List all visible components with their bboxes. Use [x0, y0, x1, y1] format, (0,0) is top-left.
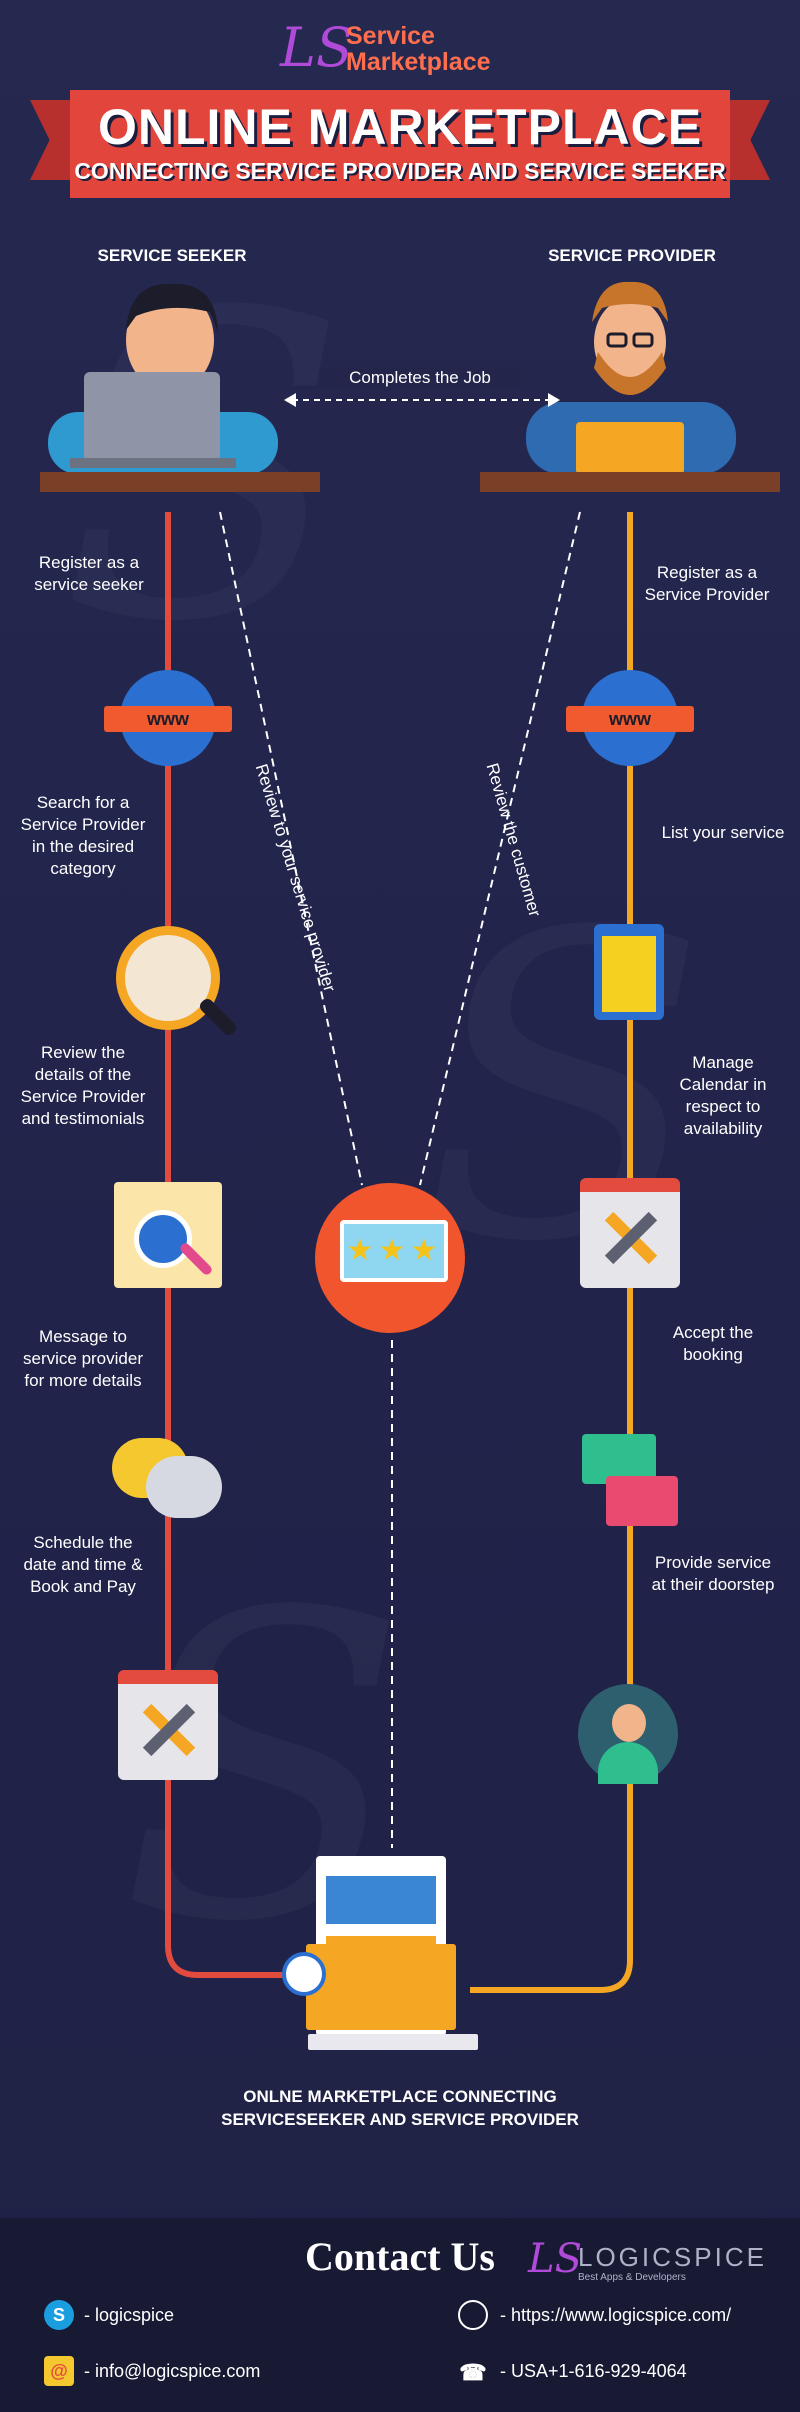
star-icon: ★: [410, 1234, 438, 1267]
provider-step-doorstep: Provide service at their doorstep: [651, 1553, 775, 1594]
phone-icon: ☎: [459, 2360, 487, 2385]
contact-title: Contact Us: [305, 2234, 495, 2279]
chat-bubble-icon: [146, 1456, 222, 1518]
monitor-base: [308, 2034, 478, 2050]
magnifier-user-icon: [116, 926, 220, 1030]
seeker-step-review: Review the details of the Service Provid…: [20, 1043, 146, 1128]
reject-card-icon: [606, 1476, 678, 1526]
globe-icon: [458, 2300, 488, 2330]
www-badge: www: [566, 706, 694, 732]
email-icon: @: [44, 2356, 74, 2386]
seeker-step-search: Search for a Service Provider in the des…: [20, 793, 146, 878]
tools-calendar-icon: [580, 1178, 680, 1288]
clipboard-icon: [594, 924, 664, 1020]
monitor-screen: [306, 1944, 456, 2030]
seeker-step-register: Register as a service seeker: [34, 553, 144, 594]
clock-icon: [282, 1952, 326, 1996]
rating-stars: ★ ★ ★: [340, 1220, 448, 1282]
profile-card-icon: [114, 1182, 222, 1288]
email-contact[interactable]: - info@logicspice.com: [84, 2361, 260, 2382]
logicspice-logo-mark: LS: [528, 2236, 582, 2282]
star-icon: ★: [346, 1234, 374, 1267]
website-contact[interactable]: - https://www.logicspice.com/: [500, 2305, 731, 2326]
skype-icon: S: [44, 2300, 74, 2330]
logicspice-logo-text: LOGICSPICE: [578, 2242, 767, 2272]
phone-contact[interactable]: - USA+1-616-929-4064: [500, 2361, 687, 2382]
provider-step-accept: Accept the booking: [672, 1323, 754, 1364]
provider-step-register: Register as a Service Provider: [644, 563, 770, 604]
logicspice-logo[interactable]: LS LOGICSPICE Best Apps & Developers: [528, 2236, 778, 2292]
service-person-icon: [578, 1684, 678, 1784]
star-icon: ★: [378, 1234, 406, 1267]
bottom-title: ONLNE MARKETPLACE CONNECTING SERVICESEEK…: [221, 2087, 579, 2129]
seeker-step-message: Message to service provider for more det…: [23, 1327, 143, 1390]
logicspice-logo-tagline: Best Apps & Developers: [578, 2272, 686, 2283]
skype-contact[interactable]: - logicspice: [84, 2305, 174, 2326]
infographic-page: S S S LS Service Marketplace ONLINE MARK…: [0, 0, 800, 2412]
provider-step-list: List your service: [661, 823, 785, 842]
seeker-step-schedule: Schedule the date and time & Book and Pa…: [23, 1533, 143, 1596]
provider-step-calendar: Manage Calendar in respect to availabili…: [679, 1053, 767, 1138]
tools-calendar-icon: [118, 1670, 218, 1780]
www-badge: www: [104, 706, 232, 732]
